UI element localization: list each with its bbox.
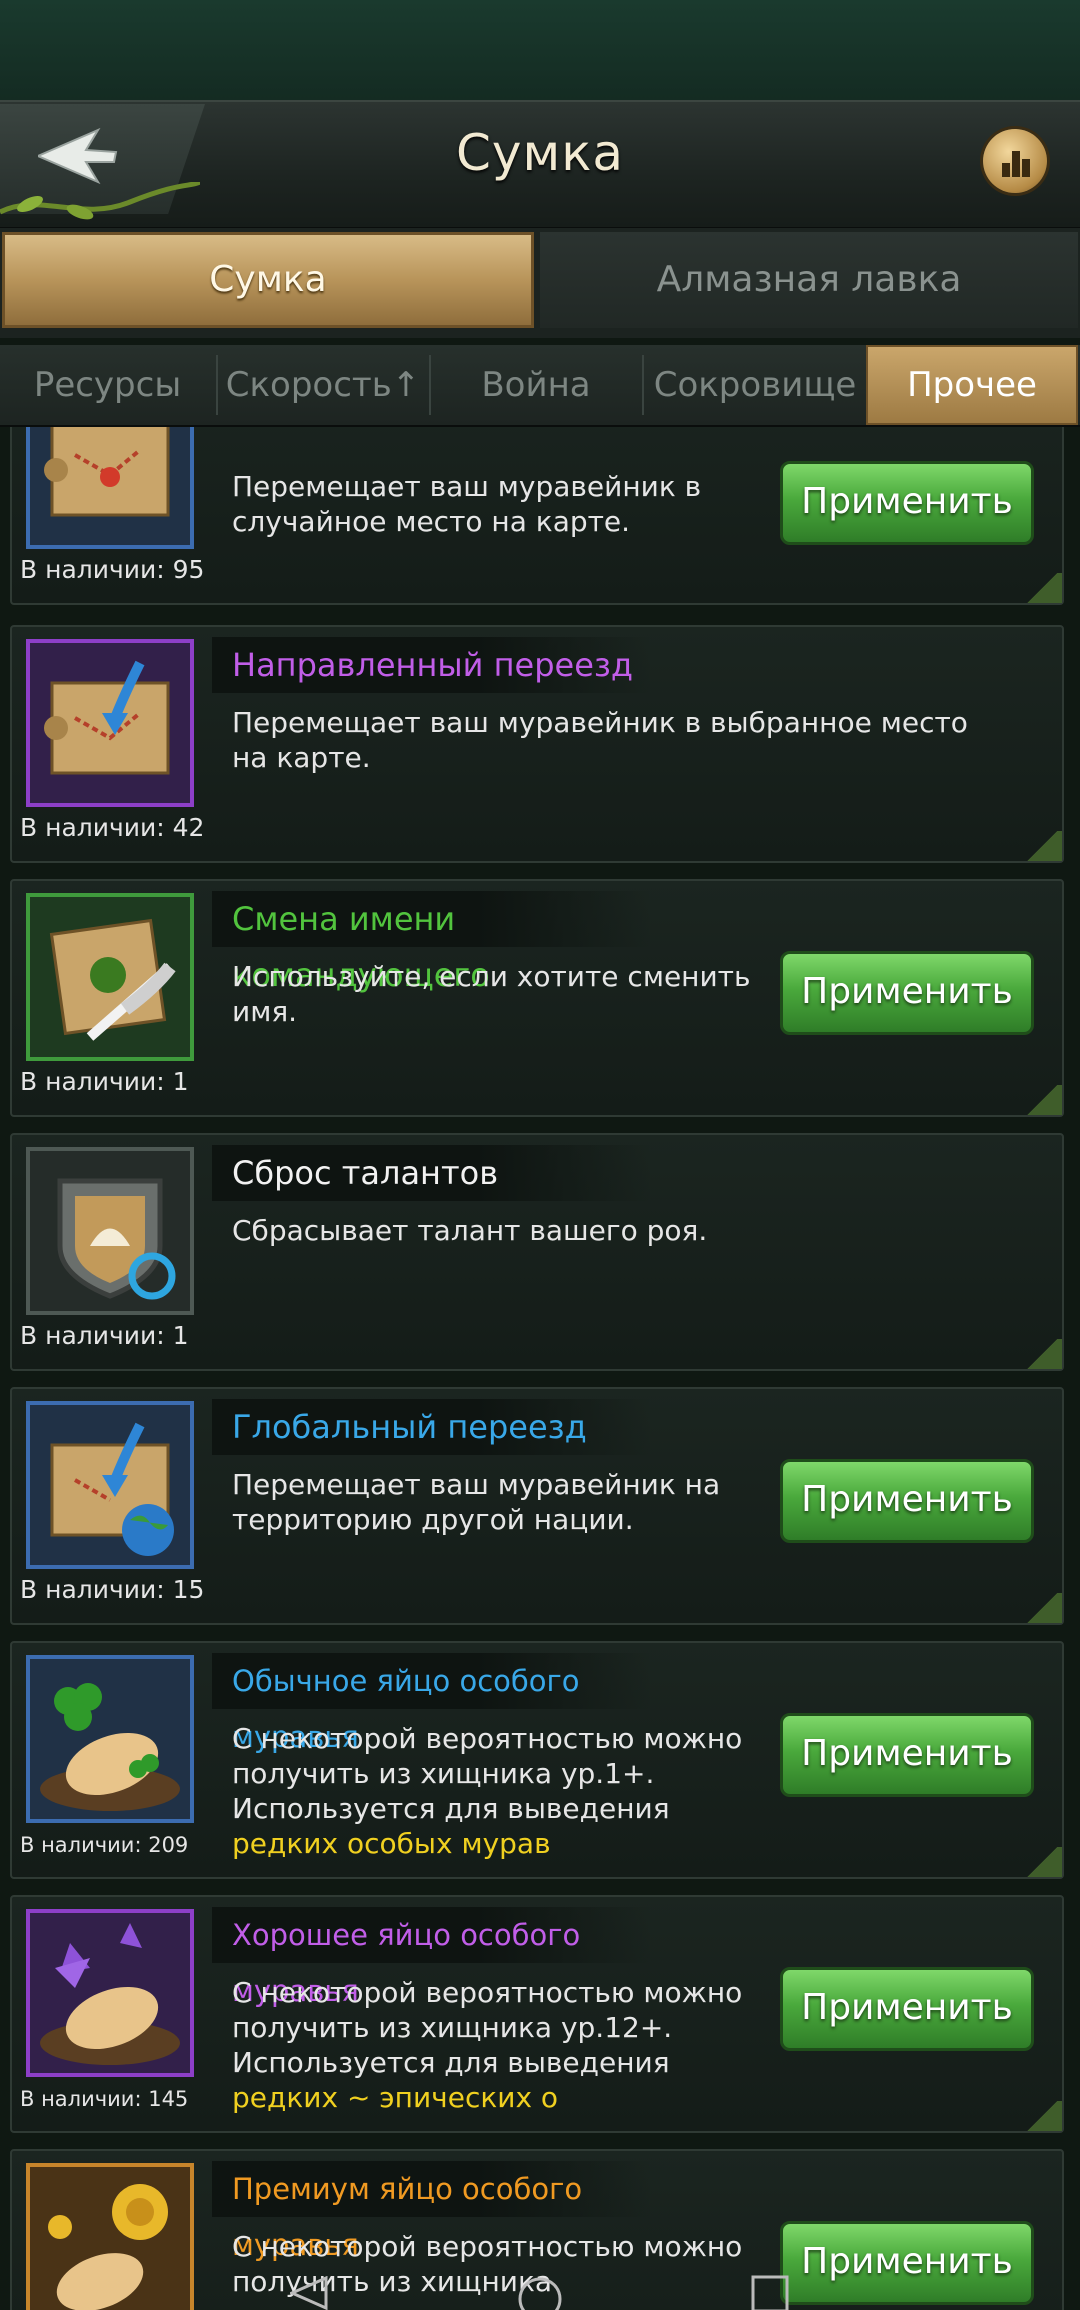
desc-highlight: редких особых мурав <box>232 1827 551 1860</box>
list-item: В наличии: 42 Направленный переезд Перем… <box>10 625 1064 863</box>
item-name: Глобальный переезд <box>212 1399 652 1455</box>
tab-treasure[interactable]: Сокровище <box>644 345 866 425</box>
apply-button[interactable]: Применить <box>780 461 1034 545</box>
talent-reset-shield-icon <box>57 1178 176 1300</box>
item-icon-box <box>26 1655 194 1823</box>
item-name: Направленный переезд <box>212 637 652 693</box>
map-scroll-icon <box>44 427 170 517</box>
apply-button[interactable]: Применить <box>780 1967 1034 2051</box>
item-icon-box <box>26 639 194 807</box>
nav-back-icon[interactable] <box>290 2276 330 2310</box>
apply-button[interactable]: Применить <box>780 1713 1034 1797</box>
top-background <box>0 0 1080 100</box>
tab-bag[interactable]: Сумка <box>2 232 534 328</box>
item-stock: В наличии: 1 <box>20 1321 189 1350</box>
item-icon-box <box>26 1147 194 1315</box>
item-icon-box <box>26 1909 194 2077</box>
tab-diamond-shop[interactable]: Алмазная лавка <box>540 232 1078 328</box>
egg-purple-flower-icon <box>40 1923 180 2065</box>
leaf-decoration <box>1022 1085 1062 1115</box>
main-tabs: Сумка Алмазная лавка <box>0 228 1080 338</box>
item-stock: В наличии: 42 <box>20 813 205 842</box>
page-title: Сумка <box>455 124 625 182</box>
item-icon-box <box>26 427 194 549</box>
desc-highlight: редких ~ эпических о <box>232 2081 559 2114</box>
leaf-decoration <box>1022 831 1062 861</box>
header-bar: Сумка <box>0 100 1080 229</box>
list-item: В наличии: 1 Смена имени командующего Ис… <box>10 879 1064 1117</box>
item-stock: В наличии: 95 <box>20 555 205 584</box>
item-description: С некоторой вероятностью можно получить … <box>232 1975 752 2115</box>
tab-war[interactable]: Война <box>431 345 641 425</box>
tab-resources[interactable]: Ресурсы <box>0 345 215 425</box>
leaf-decoration <box>1022 1593 1062 1623</box>
list-item: В наличии: 1 Сброс талантов Сбрасывает т… <box>10 1133 1064 1371</box>
tab-speed[interactable]: Скорость↑ <box>218 345 428 425</box>
list-item: В наличии: 145 Хорошее яйцо особого мура… <box>10 1895 1064 2133</box>
vine-decoration-icon <box>0 182 200 220</box>
list-item: В наличии: 95 Перемещает ваш муравейник … <box>10 427 1064 605</box>
item-name: Смена имени командующего <box>212 891 652 994</box>
item-name: Сброс талантов <box>212 1145 652 1201</box>
desc-text: С некоторой вероятностью можно получить … <box>232 1722 743 1825</box>
leaf-decoration <box>1022 573 1062 603</box>
item-stock: В наличии: 145 <box>20 2087 189 2111</box>
category-tabs: Ресурсы Скорость↑ Война Сокровище Прочее <box>0 345 1080 427</box>
tab-other[interactable]: Прочее <box>866 345 1078 425</box>
leaf-decoration <box>1022 1847 1062 1877</box>
list-item: В наличии: 15 Глобальный переезд Перемещ… <box>10 1387 1064 1625</box>
nav-home-icon[interactable] <box>515 2274 565 2310</box>
directed-move-map-icon <box>44 660 170 775</box>
system-navigation-bar <box>0 2270 1080 2310</box>
item-description: Перемещает ваш муравейник в случайное ме… <box>232 470 702 538</box>
item-description: Используйте, если хотите сменить имя. <box>232 960 751 1028</box>
item-description: С некоторой вероятностью можно получить … <box>232 1721 752 1861</box>
item-icon-box <box>26 893 194 1061</box>
item-name: Обычное яйцо особого муравья <box>212 1653 652 1754</box>
apply-button[interactable]: Применить <box>780 951 1034 1035</box>
ranking-icon[interactable] <box>983 129 1047 193</box>
item-description: Перемещает ваш муравейник на территорию … <box>232 1468 721 1536</box>
item-description: Перемещает ваш муравейник в выбранное ме… <box>232 706 968 774</box>
item-name: Премиум яйцо особого муравья <box>212 2161 652 2262</box>
item-description: Сбрасывает талант вашего роя. <box>232 1214 708 1247</box>
egg-clover-icon <box>40 1683 180 1811</box>
rename-scroll-quill-icon <box>49 918 176 1041</box>
global-move-map-icon <box>50 1422 174 1556</box>
leaf-decoration <box>1022 1339 1062 1369</box>
item-stock: В наличии: 15 <box>20 1575 205 1604</box>
list-item: В наличии: 209 Обычное яйцо особого мура… <box>10 1641 1064 1879</box>
nav-recents-icon[interactable] <box>750 2274 790 2310</box>
apply-button[interactable]: Применить <box>780 1459 1034 1543</box>
item-stock: В наличии: 209 <box>20 1833 189 1857</box>
item-stock: В наличии: 1 <box>20 1067 189 1096</box>
item-icon-box <box>26 1401 194 1569</box>
leaf-decoration <box>1022 2101 1062 2131</box>
desc-text: С некоторой вероятностью можно получить … <box>232 1976 743 2079</box>
item-name: Хорошее яйцо особого муравья <box>212 1907 652 2008</box>
item-list[interactable]: В наличии: 95 Перемещает ваш муравейник … <box>0 427 1080 2310</box>
